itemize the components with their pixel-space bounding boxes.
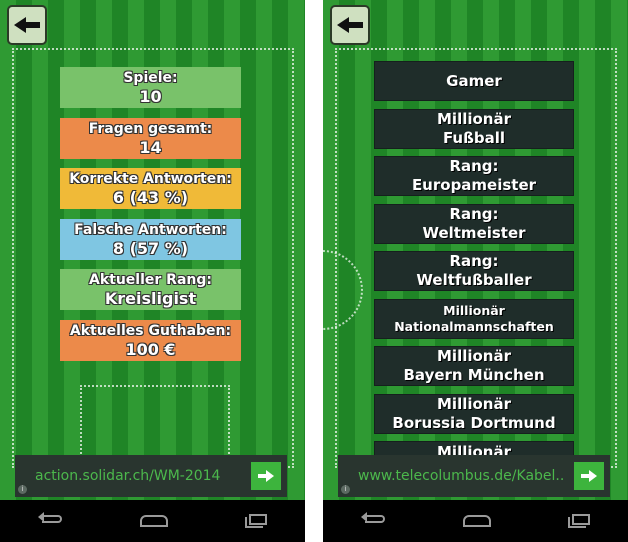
back-button[interactable] [7,5,47,45]
stat-value: 100 € [125,340,176,359]
menu-item-label: Gamer [446,71,502,90]
back-button[interactable] [330,5,370,45]
stat-label: Aktueller Rang: [89,272,212,288]
menu-item-label: Europameister [411,176,537,194]
menu-screen: Gamer Millionär Fußball Rang: Europameis… [323,0,628,542]
menu-item-label: Millionär [437,395,511,413]
android-nav-bar [323,500,628,542]
stat-value: 10 [139,87,162,106]
menu-item-label: Weltfußballer [416,271,532,289]
ad-link-text[interactable]: www.telecolumbus.de/Kabel... [358,468,564,484]
nav-back-icon[interactable] [361,512,387,527]
penalty-area-line [80,385,230,465]
stat-correct-answers: Korrekte Antworten: 6 (43 %) [60,168,241,209]
stat-label: Fragen gesamt: [88,121,213,137]
back-arrow-icon [337,17,363,33]
nav-recent-apps-icon[interactable] [567,514,590,528]
arrow-right-icon [581,470,597,482]
menu-item-label: Millionär [437,110,511,128]
android-nav-bar [0,500,305,542]
menu-item-millionaer-bayern-muenchen[interactable]: Millionär Bayern München [374,346,574,386]
stat-value: 6 (43 %) [112,188,189,207]
stat-games: Spiele: 10 [60,67,241,108]
back-arrow-icon [14,17,40,33]
menu-item-rang-weltfussballer[interactable]: Rang: Weltfußballer [374,251,574,291]
nav-home-icon[interactable] [463,515,492,527]
stat-current-rank: Aktueller Rang: Kreisligist [60,269,241,310]
menu-item-rang-europameister[interactable]: Rang: Europameister [374,156,574,196]
stat-label: Korrekte Antworten: [69,171,232,187]
menu-item-label: Rang: [449,157,499,175]
stats-screen: Spiele: 10 Fragen gesamt: 14 Korrekte An… [0,0,305,542]
menu-item-label: Borussia Dortmund [392,414,556,432]
stat-value: Kreisligist [104,289,197,308]
ad-go-button[interactable] [574,462,604,490]
arrow-right-icon [258,470,274,482]
nav-recent-apps-icon[interactable] [244,514,267,528]
stat-label: Aktuelles Guthaben: [69,323,232,339]
menu-item-rang-weltmeister[interactable]: Rang: Weltmeister [374,204,574,244]
menu-item-millionaer-nationalmannschaften[interactable]: Millionär Nationalmannschaften [374,299,574,339]
menu-item-millionaer-fussball[interactable]: Millionär Fußball [374,109,574,149]
ad-banner[interactable]: i www.telecolumbus.de/Kabel... [338,455,610,497]
ad-info-icon[interactable]: i [341,485,350,494]
stat-label: Spiele: [123,70,178,86]
ad-banner[interactable]: i action.solidar.ch/WM-2014 [15,455,287,497]
menu-item-label: Fußball [442,129,506,147]
stat-value: 8 (57 %) [112,239,189,258]
menu-item-gamer[interactable]: Gamer [374,61,574,101]
menu-item-label: Rang: [449,205,499,223]
menu-item-label: Bayern München [403,366,545,384]
stat-label: Falsche Antworten: [74,222,227,238]
menu-item-label: Weltmeister [422,224,526,242]
menu-item-label: Millionär [443,303,505,318]
stat-value: 14 [139,138,162,157]
menu-item-label: Nationalmannschaften [394,319,554,334]
ad-info-icon[interactable]: i [18,485,27,494]
menu-item-millionaer-borussia-dortmund[interactable]: Millionär Borussia Dortmund [374,394,574,434]
ad-go-button[interactable] [251,462,281,490]
nav-home-icon[interactable] [140,515,169,527]
menu-item-label: Rang: [449,252,499,270]
stat-current-balance: Aktuelles Guthaben: 100 € [60,320,241,361]
stat-total-questions: Fragen gesamt: 14 [60,118,241,159]
nav-back-icon[interactable] [38,512,64,527]
stat-wrong-answers: Falsche Antworten: 8 (57 %) [60,219,241,260]
menu-item-label: Millionär [437,347,511,365]
ad-link-text[interactable]: action.solidar.ch/WM-2014 [35,468,241,484]
